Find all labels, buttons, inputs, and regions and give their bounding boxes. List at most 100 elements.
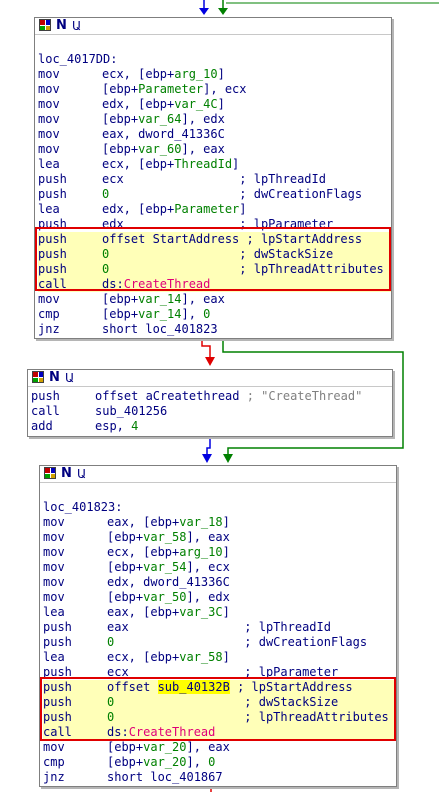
stack-var[interactable]: var_14 (138, 292, 181, 306)
asm-line[interactable]: mov ecx, [ebp+arg_10] (38, 67, 391, 82)
asm-line[interactable]: mov eax, dword_41336C (38, 127, 391, 142)
mnemonic: push (38, 262, 67, 276)
asm-line[interactable]: lea eax, [ebp+var_3C] (43, 605, 396, 620)
asm-line[interactable]: push 0 ; dwStackSize (38, 247, 391, 262)
operand: offset StartAddress (102, 232, 247, 246)
stack-var[interactable]: var_14 (138, 307, 181, 321)
operand: eax, [ebp+ (107, 515, 180, 529)
stack-var[interactable]: var_4C (174, 97, 217, 111)
mnemonic: push (43, 680, 72, 694)
block-label[interactable]: loc_401823: (43, 500, 396, 515)
operand: ] (239, 202, 247, 216)
asm-line[interactable]: call sub_401256 (31, 404, 392, 419)
operand: ] (222, 515, 230, 529)
stack-var[interactable]: var_18 (179, 515, 222, 529)
asm-line[interactable]: mov edx, [ebp+var_4C] (38, 97, 391, 112)
asm-line[interactable]: mov [ebp+var_50], edx (43, 590, 396, 605)
operand: ], eax (186, 740, 230, 754)
asm-line[interactable]: lea ecx, [ebp+ThreadId] (38, 157, 391, 172)
stack-var[interactable]: var_58 (143, 530, 186, 544)
mnemonic: mov (38, 112, 60, 126)
asm-line[interactable]: lea edx, [ebp+Parameter] (38, 202, 391, 217)
code-block-loc-4017dd[interactable]: N Ա loc_4017DD: mov ecx, [ebp+arg_10] mov[… (34, 17, 392, 339)
edge-into-node1-blue (199, 0, 209, 15)
stack-var[interactable]: var_60 (138, 142, 181, 156)
operand: ], eax (181, 142, 225, 156)
graph-color-icon[interactable] (44, 467, 56, 479)
asm-line[interactable]: push offset StartAddress ; lpStartAddress (38, 232, 391, 247)
asm-line[interactable]: push 0 ; lpThreadAttributes (43, 710, 396, 725)
operand: ] (217, 67, 225, 81)
asm-line[interactable]: mov [ebp+var_60], eax (38, 142, 391, 157)
operand: ; lpThreadAttributes (239, 262, 384, 276)
stack-var[interactable]: var_64 (138, 112, 181, 126)
asm-line[interactable]: jnz short loc_401823 (38, 322, 391, 337)
node-group-icon[interactable]: Ա (72, 19, 81, 33)
node-rename-icon[interactable]: N (61, 467, 72, 481)
asm-line[interactable]: push edx ; lpParameter (38, 217, 391, 232)
asm-line[interactable]: push offset sub_40132B ; lpStartAddress (43, 680, 396, 695)
asm-line[interactable]: mov eax, [ebp+var_18] (43, 515, 396, 530)
asm-line[interactable]: push 0 ; dwCreationFlags (43, 635, 396, 650)
asm-line[interactable]: lea ecx, [ebp+var_58] (43, 650, 396, 665)
stack-var[interactable]: arg_10 (174, 67, 217, 81)
asm-line[interactable]: mov [ebp+Parameter], ecx (38, 82, 391, 97)
mnemonic: push (38, 172, 67, 186)
operand: ecx, [ebp+ (102, 157, 175, 171)
stack-var[interactable]: var_58 (179, 650, 222, 664)
stack-var[interactable]: ThreadId (174, 157, 232, 171)
operand: ] (222, 650, 230, 664)
asm-line[interactable]: push ecx ; lpParameter (43, 665, 396, 680)
asm-line[interactable]: mov [ebp+var_14], eax (38, 292, 391, 307)
node-group-icon[interactable]: Ա (65, 371, 74, 385)
asm-line[interactable]: push 0 ; dwStackSize (43, 695, 396, 710)
operand: ], (186, 755, 209, 769)
mnemonic: push (38, 217, 67, 231)
stack-var[interactable]: Parameter (138, 82, 203, 96)
operand: [ebp+ (102, 112, 139, 126)
code-block-error-report[interactable]: N Ա push offset aCreatethread ; "CreateTh… (27, 369, 393, 437)
block-label[interactable]: loc_4017DD: (38, 52, 391, 67)
stack-var[interactable]: var_20 (143, 740, 186, 754)
asm-line[interactable]: push 0 ; dwCreationFlags (38, 187, 391, 202)
operand: ; lpParameter (239, 217, 334, 231)
asm-line[interactable]: mov edx, dword_41336C (43, 575, 396, 590)
graph-color-icon[interactable] (39, 19, 51, 31)
node-rename-icon[interactable]: N (49, 371, 60, 385)
node-group-icon[interactable]: Ա (77, 467, 86, 481)
node-rename-icon[interactable]: N (56, 19, 67, 33)
comment: ; "CreateThread" (246, 389, 363, 403)
stack-var[interactable]: var_54 (143, 560, 186, 574)
stack-var[interactable]: var_3C (179, 605, 222, 619)
asm-line[interactable]: push eax ; lpThreadId (43, 620, 396, 635)
stack-var[interactable]: var_20 (143, 755, 186, 769)
node-body: loc_4017DD: mov ecx, [ebp+arg_10] mov [ebp+… (35, 35, 391, 337)
asm-line[interactable]: mov [ebp+var_64], edx (38, 112, 391, 127)
asm-line[interactable]: mov [ebp+var_54], ecx (43, 560, 396, 575)
asm-line[interactable]: jnz short loc_401867 (43, 770, 396, 785)
mnemonic: push (43, 665, 72, 679)
code-block-loc-401823[interactable]: N Ա loc_401823: mov eax, [ebp+var_18] mov[… (39, 465, 397, 787)
asm-line[interactable]: push offset aCreatethread ; "CreateThread… (31, 389, 392, 404)
operand: ecx (107, 665, 245, 679)
asm-line[interactable]: mov [ebp+var_58], eax (43, 530, 396, 545)
asm-line[interactable]: mov [ebp+var_20], eax (43, 740, 396, 755)
graph-color-icon[interactable] (32, 371, 44, 383)
asm-line[interactable]: add esp, 4 (31, 419, 392, 434)
search-hit[interactable]: sub_40132B (157, 680, 230, 694)
operand: ; dwStackSize (244, 695, 339, 709)
mnemonic: mov (38, 127, 60, 141)
import-name[interactable]: CreateThread (124, 277, 211, 291)
asm-line[interactable]: mov ecx, [ebp+arg_10] (43, 545, 396, 560)
asm-line[interactable]: cmp [ebp+var_20], 0 (43, 755, 396, 770)
asm-line[interactable]: call ds:CreateThread (43, 725, 396, 740)
stack-var[interactable]: var_50 (143, 590, 186, 604)
asm-line[interactable]: push ecx ; lpThreadId (38, 172, 391, 187)
asm-line[interactable]: cmp [ebp+var_14], 0 (38, 307, 391, 322)
mnemonic: call (31, 404, 60, 418)
asm-line[interactable]: push 0 ; lpThreadAttributes (38, 262, 391, 277)
stack-var[interactable]: arg_10 (179, 545, 222, 559)
stack-var[interactable]: Parameter (174, 202, 239, 216)
asm-line[interactable]: call ds:CreateThread (38, 277, 391, 292)
import-name[interactable]: CreateThread (129, 725, 216, 739)
